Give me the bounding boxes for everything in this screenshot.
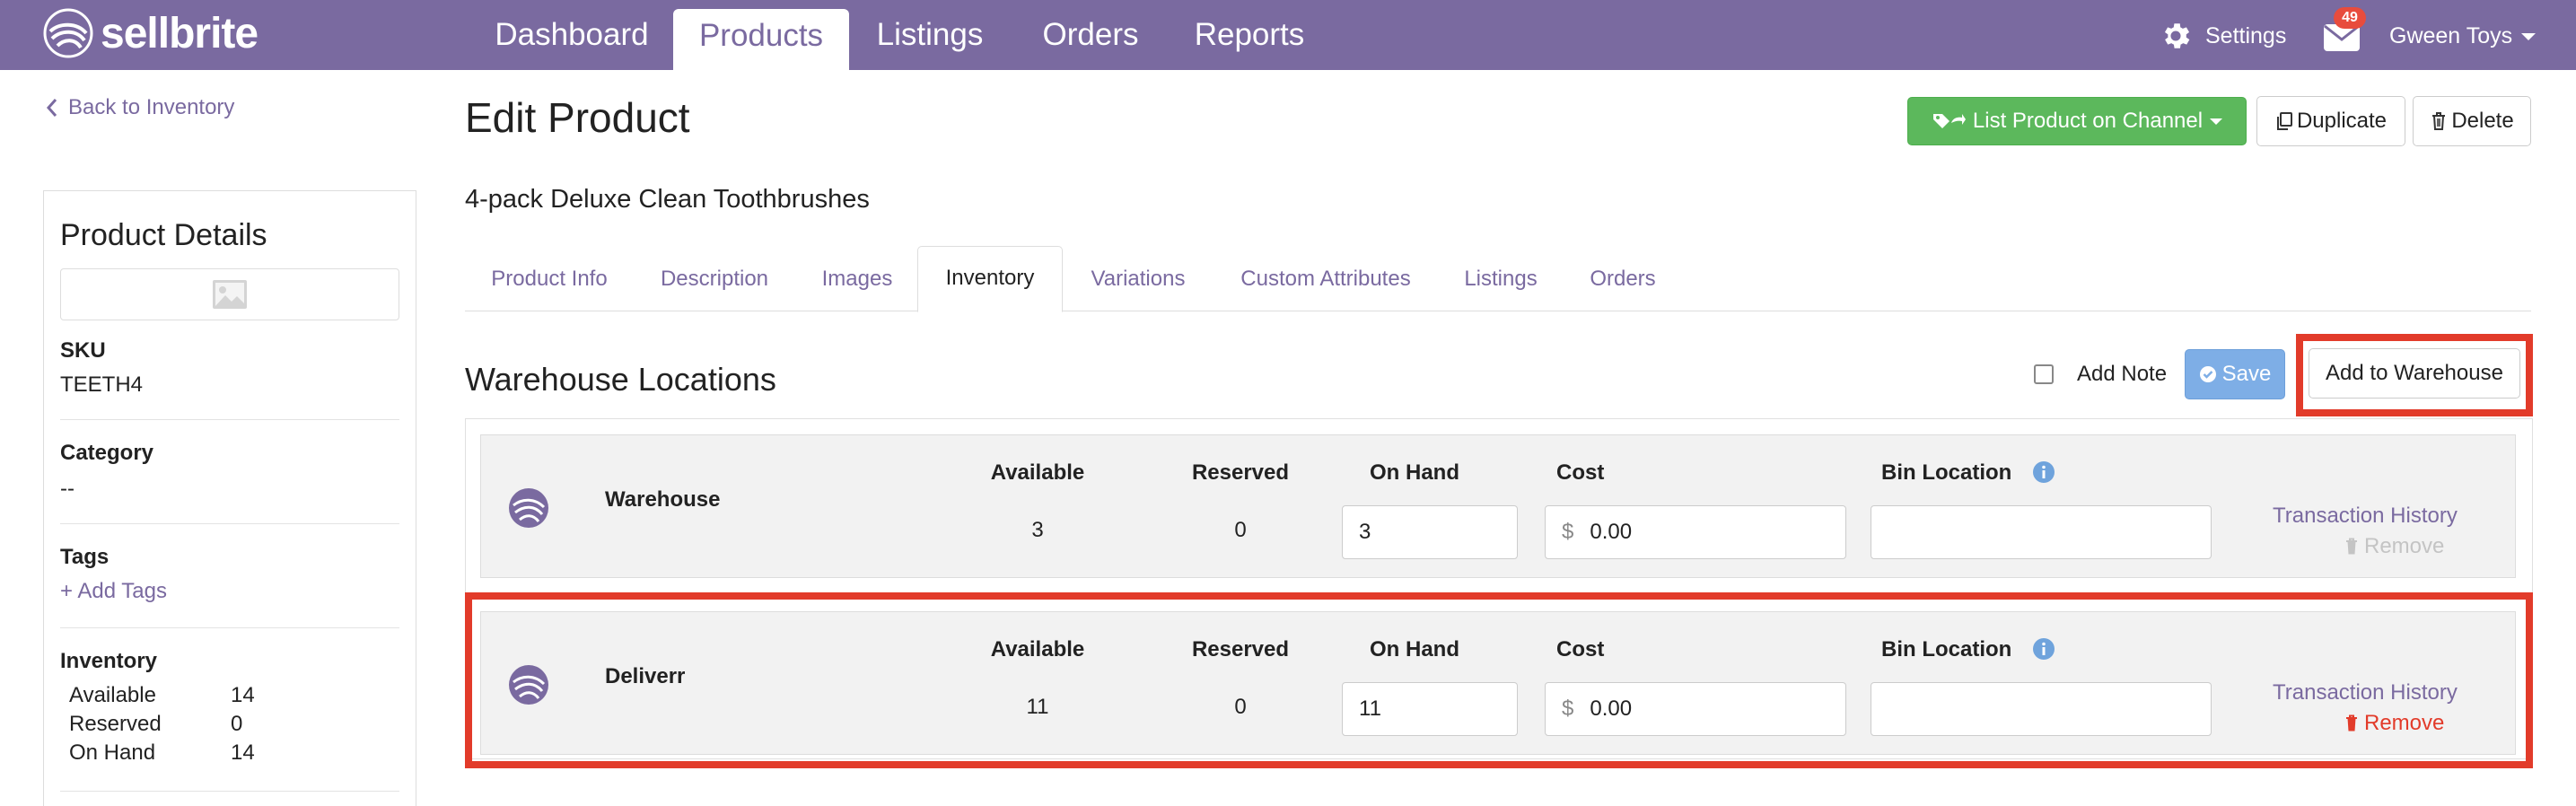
- bin-location-input[interactable]: [1871, 505, 2212, 559]
- inventory-label: Inventory: [60, 649, 158, 673]
- back-link-label: Back to Inventory: [68, 95, 235, 119]
- account-name: Gween Toys: [2389, 23, 2513, 48]
- cost-value: 0.00: [1590, 520, 1633, 544]
- account-dropdown[interactable]: Gween Toys: [2389, 18, 2537, 54]
- nav-dashboard[interactable]: Dashboard: [478, 0, 666, 70]
- inventory-reserved-value: 0: [231, 712, 243, 736]
- caret-down-icon: [2210, 118, 2223, 125]
- warehouse-name: Warehouse: [605, 487, 721, 512]
- cost-input[interactable]: $0.00: [1545, 505, 1846, 559]
- product-image-placeholder[interactable]: [60, 268, 399, 320]
- logo-text: sellbrite: [101, 9, 258, 57]
- caret-down-icon: [2521, 33, 2537, 41]
- divider: [60, 523, 399, 524]
- duplicate-button[interactable]: Duplicate: [2256, 96, 2405, 146]
- tags-label: Tags: [60, 545, 110, 569]
- inventory-available-row: Available 14: [69, 683, 294, 708]
- info-circle-icon[interactable]: [2032, 460, 2055, 484]
- add-note-label: Add Note: [2077, 362, 2168, 386]
- image-placeholder-icon: [213, 280, 247, 309]
- inventory-onhand-label: On Hand: [69, 740, 156, 765]
- settings-label: Settings: [2205, 22, 2287, 48]
- reserved-header: Reserved: [1191, 460, 1290, 485]
- inventory-reserved-row: Reserved 0: [69, 712, 294, 737]
- tab-inventory[interactable]: Inventory: [917, 246, 1063, 312]
- chevron-left-icon: [46, 99, 57, 117]
- remove-warehouse-button[interactable]: Remove: [2344, 534, 2444, 559]
- sellbrite-swirl-icon: [43, 8, 93, 58]
- product-details-title: Product Details: [60, 218, 267, 252]
- add-tags-link[interactable]: + Add Tags: [60, 579, 167, 604]
- add-note-option[interactable]: Add Note: [2034, 361, 2167, 388]
- inventory-reserved-label: Reserved: [69, 712, 162, 736]
- delete-label: Delete: [2451, 109, 2514, 133]
- remove-label: Remove: [2364, 534, 2445, 558]
- tab-orders[interactable]: Orders: [1580, 248, 1666, 311]
- category-value: --: [60, 477, 74, 501]
- on-hand-header: On Hand: [1370, 460, 1459, 485]
- divider: [60, 627, 399, 628]
- divider: [60, 419, 399, 420]
- annotation-highlight-deliverr-row: [465, 592, 2533, 768]
- check-circle-icon: [2199, 366, 2216, 382]
- bin-location-header: Bin Location: [1881, 460, 2012, 485]
- top-navigation-bar: sellbrite Dashboard Products Listings Or…: [0, 0, 2576, 70]
- nav-products[interactable]: Products: [673, 9, 849, 70]
- list-product-label: List Product on Channel: [1972, 109, 2204, 133]
- cost-header: Cost: [1556, 460, 1605, 485]
- currency-symbol: $: [1562, 520, 1574, 544]
- inventory-available-label: Available: [69, 683, 156, 707]
- transaction-history-link[interactable]: Transaction History: [2273, 504, 2458, 529]
- tags-share-icon: [1932, 114, 1966, 128]
- divider: [60, 791, 399, 792]
- sellbrite-swirl-icon: [509, 488, 548, 528]
- nav-reports[interactable]: Reports: [1187, 0, 1312, 70]
- add-to-warehouse-button[interactable]: Add to Warehouse: [2309, 348, 2520, 399]
- category-label: Category: [60, 441, 154, 465]
- sku-value: TEETH4: [60, 372, 144, 397]
- tab-variations[interactable]: Variations: [1077, 248, 1199, 311]
- inventory-onhand-value: 14: [231, 740, 255, 765]
- tab-custom-attributes[interactable]: Custom Attributes: [1222, 248, 1429, 311]
- on-hand-input[interactable]: 3: [1342, 505, 1518, 559]
- inventory-onhand-row: On Hand 14: [69, 740, 294, 766]
- nav-listings[interactable]: Listings: [860, 0, 1000, 70]
- duplicate-label: Duplicate: [2296, 109, 2388, 133]
- available-header: Available: [990, 460, 1085, 485]
- gear-icon: [2164, 23, 2190, 48]
- available-value: 3: [1031, 518, 1044, 542]
- inventory-available-value: 14: [231, 683, 255, 707]
- tab-description[interactable]: Description: [646, 248, 783, 311]
- warehouse-locations-title: Warehouse Locations: [465, 361, 776, 398]
- list-product-on-channel-button[interactable]: List Product on Channel: [1907, 97, 2247, 145]
- warehouse-row: Warehouse Available 3 Reserved 0 On Hand…: [480, 434, 2516, 578]
- tab-images[interactable]: Images: [808, 248, 907, 311]
- delete-button[interactable]: Delete: [2413, 96, 2531, 146]
- save-label: Save: [2221, 362, 2272, 386]
- trash-icon: [2346, 538, 2357, 555]
- tab-listings[interactable]: Listings: [1450, 248, 1551, 311]
- reserved-value: 0: [1234, 518, 1247, 542]
- tab-product-info[interactable]: Product Info: [474, 248, 625, 311]
- nav-orders[interactable]: Orders: [1032, 0, 1149, 70]
- notification-count-badge: 49: [2334, 7, 2366, 29]
- add-note-checkbox[interactable]: [2034, 364, 2054, 384]
- sku-label: SKU: [60, 338, 106, 363]
- settings-link[interactable]: Settings: [2159, 18, 2286, 54]
- back-to-inventory-link[interactable]: Back to Inventory: [45, 95, 234, 120]
- trash-icon: [2432, 112, 2446, 130]
- copy-icon: [2276, 112, 2292, 130]
- sellbrite-logo[interactable]: sellbrite: [41, 5, 258, 61]
- product-name: 4-pack Deluxe Clean Toothbrushes: [465, 185, 870, 214]
- product-details-panel: Product Details SKU TEETH4 Category -- T…: [43, 190, 416, 806]
- save-button[interactable]: Save: [2185, 349, 2285, 399]
- page-title: Edit Product: [465, 94, 690, 141]
